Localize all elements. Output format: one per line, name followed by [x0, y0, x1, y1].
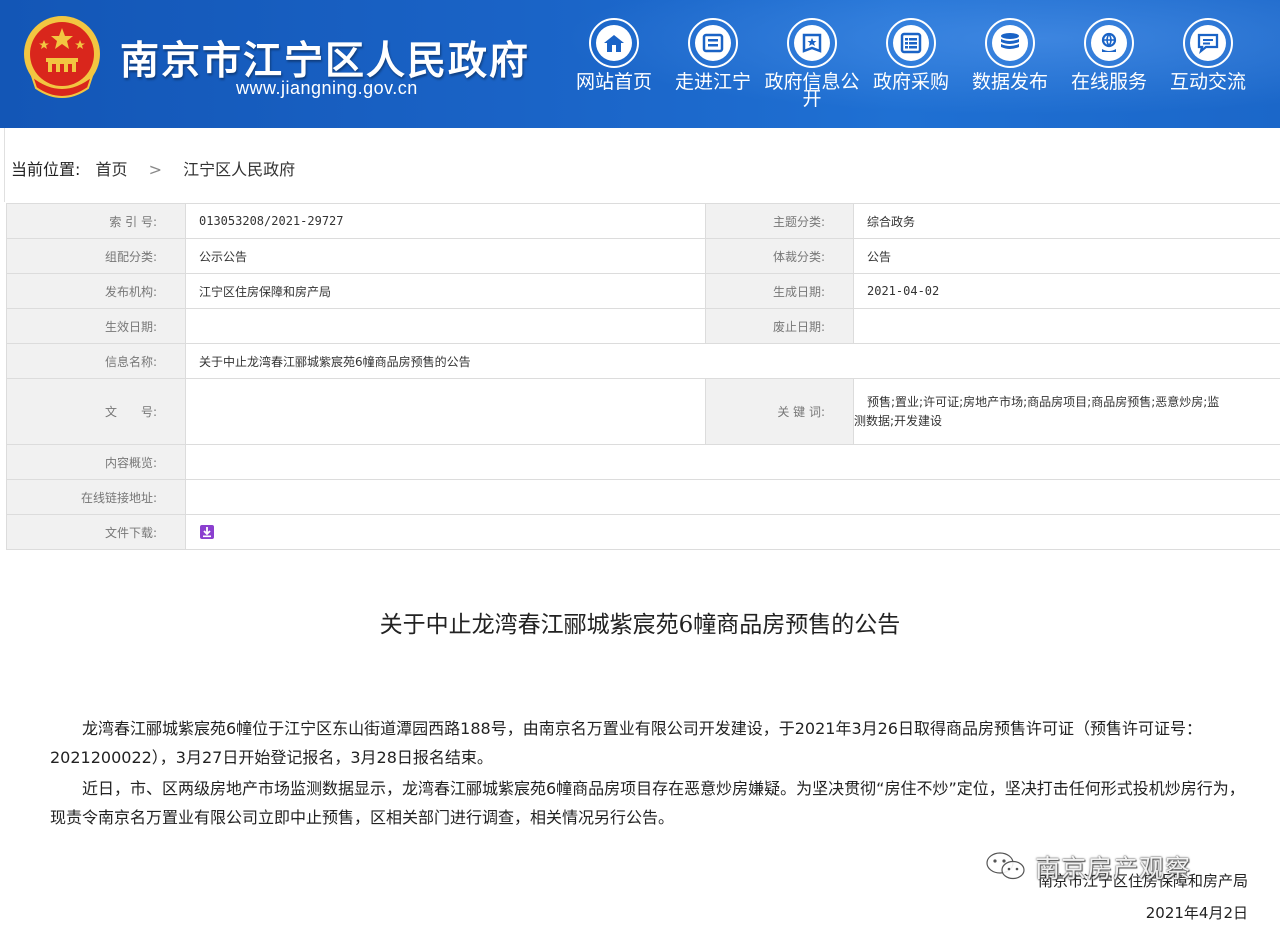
topic-value: 综合政务: [853, 203, 1280, 239]
info-row: 内容概览:: [6, 444, 1280, 480]
created-label: 生成日期:: [705, 273, 854, 309]
nav-label: 数据发布: [971, 71, 1048, 93]
info-row: 信息名称: 关于中止龙湾春江郦城紫宸苑6幢商品房预售的公告: [6, 343, 1280, 379]
keywords-line: 测数据;开发建设: [854, 413, 943, 428]
info-row: 发布机构: 江宁区住房保障和房产局 生成日期: 2021-04-02: [6, 273, 1280, 309]
chat-icon: [1190, 25, 1226, 61]
index-value: 013053208/2021-29727: [185, 203, 706, 239]
list-icon: [893, 25, 929, 61]
effective-value: [185, 308, 706, 344]
breadcrumb-bar: 当前位置: 首页 > 江宁区人民政府: [4, 128, 1280, 202]
effective-label: 生效日期:: [6, 308, 186, 344]
expired-label: 废止日期:: [705, 308, 854, 344]
breadcrumb-home-link[interactable]: 首页: [96, 160, 128, 179]
nav-label: 政府信息公开: [764, 71, 860, 110]
document-star-icon: [794, 25, 830, 61]
info-row: 文 号: 关 键 词: 预售;置业;许可证;房地产市场;商品房项目;商品房预售;…: [6, 378, 1280, 445]
info-row: 在线链接地址:: [6, 479, 1280, 515]
info-row: 组配分类: 公示公告 体裁分类: 公告: [6, 238, 1280, 274]
docno-value: [185, 378, 706, 445]
article-paragraph: 近日，市、区两级房地产市场监测数据显示，龙湾春江郦城紫宸苑6幢商品房项目存在恶意…: [50, 779, 1245, 827]
article-date: 2021年4月2日: [1145, 904, 1248, 922]
watermark: 南京房产观察: [985, 847, 1250, 887]
keywords-label: 关 键 词:: [705, 378, 854, 445]
created-value: 2021-04-02: [853, 273, 1280, 309]
site-url[interactable]: www.jiangning.gov.cn: [236, 78, 418, 99]
summary-value: [185, 444, 1280, 480]
site-header: 南京市江宁区人民政府 www.jiangning.gov.cn 网站首页 走进江…: [0, 0, 1280, 128]
home-icon: [596, 25, 632, 61]
nav-home[interactable]: 网站首页: [566, 16, 662, 126]
nav-label: 网站首页: [575, 71, 652, 93]
expired-value: [853, 308, 1280, 344]
nav-interaction[interactable]: 互动交流: [1160, 16, 1256, 126]
article-title: 关于中止龙湾春江郦城紫宸苑6幢商品房预售的公告: [379, 612, 901, 638]
publisher-label: 发布机构:: [6, 273, 186, 309]
index-label: 索 引 号:: [6, 203, 186, 239]
group-label: 组配分类:: [6, 238, 186, 274]
link-value: [185, 479, 1280, 515]
breadcrumb-lead: 当前位置:: [11, 160, 81, 179]
watermark-text: 南京房产观察: [1035, 854, 1192, 883]
summary-label: 内容概览:: [6, 444, 186, 480]
nav-gov-info[interactable]: 政府信息公开: [764, 16, 860, 126]
info-row: 生效日期: 废止日期:: [6, 308, 1280, 344]
publisher-value: 江宁区住房保障和房产局: [185, 273, 706, 309]
docno-label: 文 号:: [6, 378, 186, 445]
nav-procurement[interactable]: 政府采购: [863, 16, 959, 126]
keywords-value: 预售;置业;许可证;房地产市场;商品房项目;商品房预售;恶意炒房;监 测数据;开…: [853, 378, 1280, 445]
nav-data[interactable]: 数据发布: [962, 16, 1058, 126]
document-info-table: 索 引 号: 013053208/2021-29727 主题分类: 综合政务 组…: [6, 203, 1280, 550]
nav-about[interactable]: 走进江宁: [665, 16, 761, 126]
name-value: 关于中止龙湾春江郦城紫宸苑6幢商品房预售的公告: [185, 343, 1280, 379]
nav-online-service[interactable]: 在线服务: [1061, 16, 1157, 126]
breadcrumb-separator: >: [148, 160, 163, 179]
download-icon[interactable]: [199, 524, 215, 540]
globe-hand-icon: [1091, 25, 1127, 61]
topic-label: 主题分类:: [705, 203, 854, 239]
nav-label: 互动交流: [1169, 71, 1246, 93]
genre-label: 体裁分类:: [705, 238, 854, 274]
link-label: 在线链接地址:: [6, 479, 186, 515]
nav-label: 走进江宁: [674, 71, 751, 93]
national-emblem-icon[interactable]: [22, 14, 102, 100]
keywords-line: 预售;置业;许可证;房地产市场;商品房项目;商品房预售;恶意炒房;监: [867, 394, 1220, 409]
download-cell: [185, 514, 1280, 550]
article-paragraph: 龙湾春江郦城紫宸苑6幢位于江宁区东山街道潭园西路188号，由南京名万置业有限公司…: [50, 719, 1202, 767]
breadcrumb-gov-link[interactable]: 江宁区人民政府: [183, 160, 295, 179]
nav-label: 在线服务: [1070, 71, 1147, 93]
group-value: 公示公告: [185, 238, 706, 274]
name-label: 信息名称:: [6, 343, 186, 379]
genre-value: 公告: [853, 238, 1280, 274]
nav-label: 政府采购: [872, 71, 949, 93]
breadcrumb: 当前位置: 首页 > 江宁区人民政府: [11, 156, 295, 180]
info-row: 索 引 号: 013053208/2021-29727 主题分类: 综合政务: [6, 203, 1280, 239]
database-icon: [992, 25, 1028, 61]
book-icon: [695, 25, 731, 61]
download-label: 文件下载:: [6, 514, 186, 550]
wechat-icon: [986, 852, 1025, 880]
info-row: 文件下载:: [6, 514, 1280, 550]
